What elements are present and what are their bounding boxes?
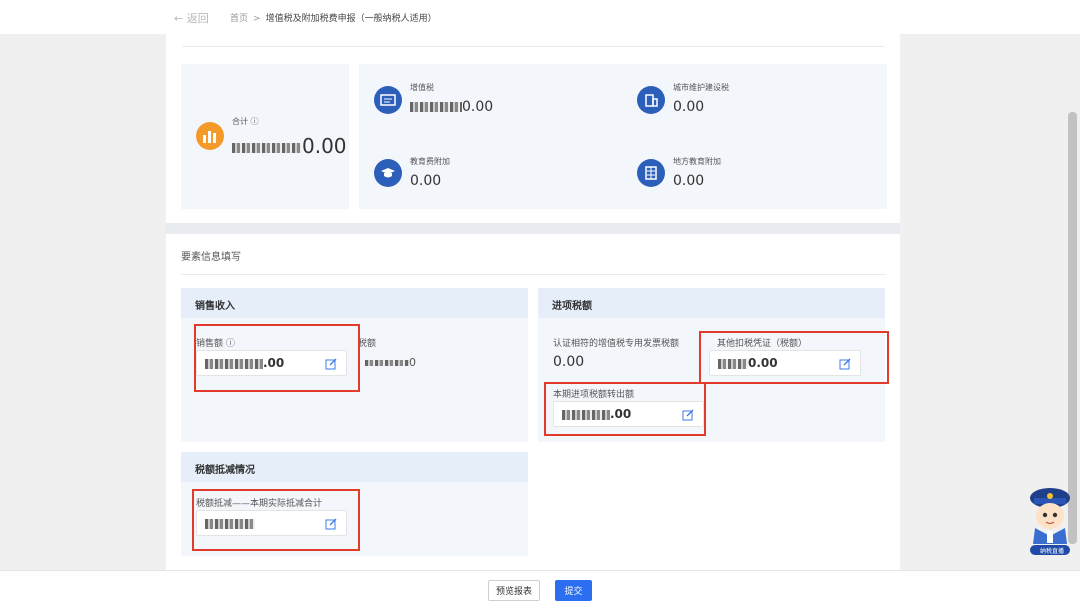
redacted-mask [232, 142, 302, 153]
book-icon [637, 159, 665, 187]
building-icon [637, 86, 665, 114]
highlight-box [192, 489, 360, 551]
mascot-label: 纳税直播 [1040, 548, 1065, 555]
submit-button[interactable]: 提交 [555, 580, 592, 601]
sales-income-header: 销售收入 [181, 288, 528, 318]
input-tax-header: 进项税额 [538, 288, 885, 318]
local-education-surcharge-label: 地方教育附加 [673, 157, 721, 166]
local-education-surcharge-value: 0.00 [673, 173, 705, 189]
divider [181, 274, 886, 275]
breadcrumb-home[interactable]: 首页 [230, 14, 248, 24]
breadcrumb: 首页 > 增值税及附加税费申报（一般纳税人适用） [230, 11, 437, 24]
total-value: 0.00 [232, 134, 347, 158]
tax-deduction-header: 税额抵减情况 [181, 452, 528, 482]
education-surcharge-label: 教育费附加 [410, 157, 450, 166]
graduation-cap-icon [374, 159, 402, 187]
top-bar: ← 返回 首页 > 增值税及附加税费申报（一般纳税人适用） [0, 0, 1080, 34]
footer-bar: 预览报表 提交 [0, 570, 1080, 609]
highlight-box [194, 324, 360, 392]
urban-tax-value: 0.00 [673, 99, 705, 115]
highlight-box [544, 382, 706, 436]
tax-amount-value: 0 [365, 356, 416, 369]
breadcrumb-current: 增值税及附加税费申报（一般纳税人适用） [265, 14, 437, 24]
vat-value: 0.00 [410, 99, 493, 115]
highlight-box [699, 331, 889, 384]
bar-chart-icon [196, 122, 224, 150]
total-panel: 合计 ⓘ 0.00 [181, 64, 349, 209]
preview-report-button[interactable]: 预览报表 [488, 580, 540, 601]
left-gutter [0, 34, 166, 570]
tax-amount-label: 税额 [358, 339, 377, 349]
back-button[interactable]: ← 返回 [174, 10, 209, 26]
urban-tax-label: 城市维护建设税 [673, 83, 729, 92]
total-label: 合计 ⓘ [232, 117, 259, 126]
education-surcharge-value: 0.00 [410, 173, 442, 189]
tax-breakdown-panel: 增值税 0.00 城市维护建设税 0.00 教育费附加 0.00 地方教育附加 … [359, 64, 887, 209]
certified-invoice-tax-value: 0.00 [553, 354, 585, 370]
redacted-mask [410, 102, 462, 112]
scrollbar-thumb[interactable] [1068, 112, 1077, 544]
section-title: 要素信息填写 [181, 252, 241, 263]
divider [182, 46, 884, 47]
breadcrumb-separator: > [253, 14, 261, 24]
tax-summary-card: 合计 ⓘ 0.00 增值税 0.00 城市维护建设税 0.00 教育费附加 0.… [166, 34, 900, 223]
invoice-icon [374, 86, 402, 114]
certified-invoice-tax-label: 认证相符的增值税专用发票税额 [553, 339, 680, 349]
redacted-mask [365, 360, 409, 366]
vat-label: 增值税 [410, 83, 434, 92]
